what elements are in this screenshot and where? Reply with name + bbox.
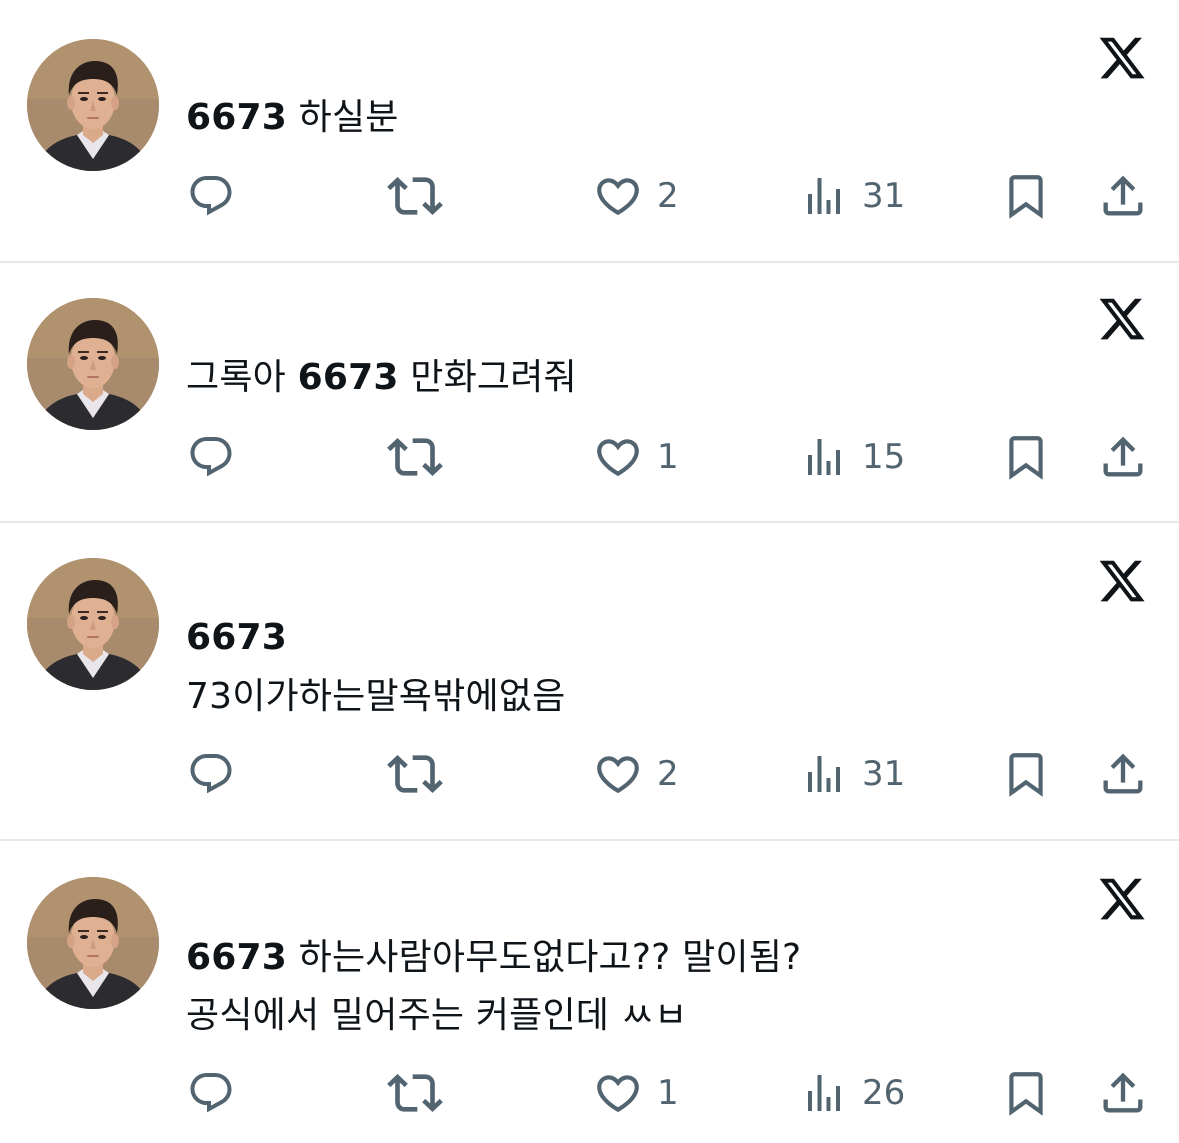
post-3: 6673 73이가하는말욕밖에없음 2 31 [0, 522, 1179, 840]
repost-icon [387, 168, 443, 224]
post-text-bold: 6673 [186, 97, 287, 138]
like-count: 1 [657, 1073, 679, 1113]
views-count: 31 [862, 176, 906, 216]
views-button[interactable]: 31 [800, 171, 905, 221]
like-button[interactable]: 1 [593, 1068, 679, 1118]
heart-icon [593, 432, 643, 482]
reply-button[interactable] [187, 749, 235, 799]
views-icon [800, 172, 848, 220]
bookmark-icon [1001, 749, 1051, 799]
share-icon [1097, 748, 1149, 800]
heart-icon [593, 1068, 643, 1118]
share-button[interactable] [1097, 171, 1149, 221]
repost-icon [387, 429, 443, 485]
reply-button[interactable] [187, 171, 235, 221]
avatar[interactable] [27, 877, 159, 1009]
views-button[interactable]: 26 [800, 1068, 905, 1118]
avatar[interactable] [27, 558, 159, 690]
views-count: 31 [862, 754, 906, 794]
post-text-bold: 6673 [186, 617, 287, 658]
share-icon [1097, 431, 1149, 483]
views-icon [800, 750, 848, 798]
post-text-bold: 6673 [297, 357, 399, 398]
post-text-rest: 만화그려줘 [398, 357, 577, 398]
action-bar: 2 31 [0, 749, 1179, 799]
repost-button[interactable] [387, 749, 443, 799]
post-text-prefix: 그록아 [186, 357, 298, 398]
views-count: 26 [862, 1073, 906, 1113]
heart-icon [593, 749, 643, 799]
reply-icon [187, 433, 235, 481]
like-count: 2 [657, 176, 679, 216]
post-1: 6673 하실분 2 31 [0, 0, 1179, 262]
views-count: 15 [862, 437, 906, 477]
post-text-line-1: 6673 하는사람아무도없다고?? 말이됨? [186, 933, 801, 983]
views-button[interactable]: 31 [800, 749, 905, 799]
post-text-line-1: 그록아 6673 만화그려줘 [186, 353, 577, 403]
action-bar: 2 31 [0, 171, 1179, 221]
share-icon [1097, 1067, 1149, 1119]
post-text-rest: 하실분 [287, 97, 399, 138]
reply-button[interactable] [187, 432, 235, 482]
views-button[interactable]: 15 [800, 432, 905, 482]
share-button[interactable] [1097, 749, 1149, 799]
reply-icon [187, 750, 235, 798]
repost-icon [387, 746, 443, 802]
like-count: 1 [657, 437, 679, 477]
post-text-line-1: 6673 하실분 [186, 93, 399, 143]
repost-icon [387, 1065, 443, 1121]
post-4: 6673 하는사람아무도없다고?? 말이됨? 공식에서 밀어주는 커플인데 ㅆㅂ… [0, 840, 1179, 1143]
like-button[interactable]: 1 [593, 432, 679, 482]
reply-icon [187, 1069, 235, 1117]
bookmark-icon [1001, 432, 1051, 482]
repost-button[interactable] [387, 1068, 443, 1118]
heart-icon [593, 171, 643, 221]
x-logo-icon [1097, 874, 1147, 924]
like-button[interactable]: 2 [593, 171, 679, 221]
post-text-rest: 하는사람아무도없다고?? 말이됨? [287, 937, 802, 978]
like-count: 2 [657, 754, 679, 794]
share-button[interactable] [1097, 1068, 1149, 1118]
views-icon [800, 433, 848, 481]
x-logo-icon [1097, 33, 1147, 83]
share-button[interactable] [1097, 432, 1149, 482]
like-button[interactable]: 2 [593, 749, 679, 799]
bookmark-button[interactable] [1001, 432, 1051, 482]
bookmark-button[interactable] [1001, 171, 1051, 221]
x-logo-icon [1097, 556, 1147, 606]
action-bar: 1 26 [0, 1068, 1179, 1118]
post-text-line-2: 73이가하는말욕밖에없음 [186, 676, 566, 717]
share-icon [1097, 170, 1149, 222]
post-text-bold: 6673 [186, 937, 287, 978]
post-text-line-1: 6673 [186, 613, 287, 663]
x-logo-icon [1097, 294, 1147, 344]
post-text-line-2: 공식에서 밀어주는 커플인데 ㅆㅂ [186, 995, 688, 1036]
bookmark-icon [1001, 171, 1051, 221]
post-2: 그록아 6673 만화그려줘 1 15 [0, 262, 1179, 522]
avatar[interactable] [27, 39, 159, 171]
repost-button[interactable] [387, 432, 443, 482]
bookmark-button[interactable] [1001, 749, 1051, 799]
avatar[interactable] [27, 298, 159, 430]
repost-button[interactable] [387, 171, 443, 221]
bookmark-icon [1001, 1068, 1051, 1118]
views-icon [800, 1069, 848, 1117]
bookmark-button[interactable] [1001, 1068, 1051, 1118]
reply-icon [187, 172, 235, 220]
action-bar: 1 15 [0, 432, 1179, 482]
reply-button[interactable] [187, 1068, 235, 1118]
